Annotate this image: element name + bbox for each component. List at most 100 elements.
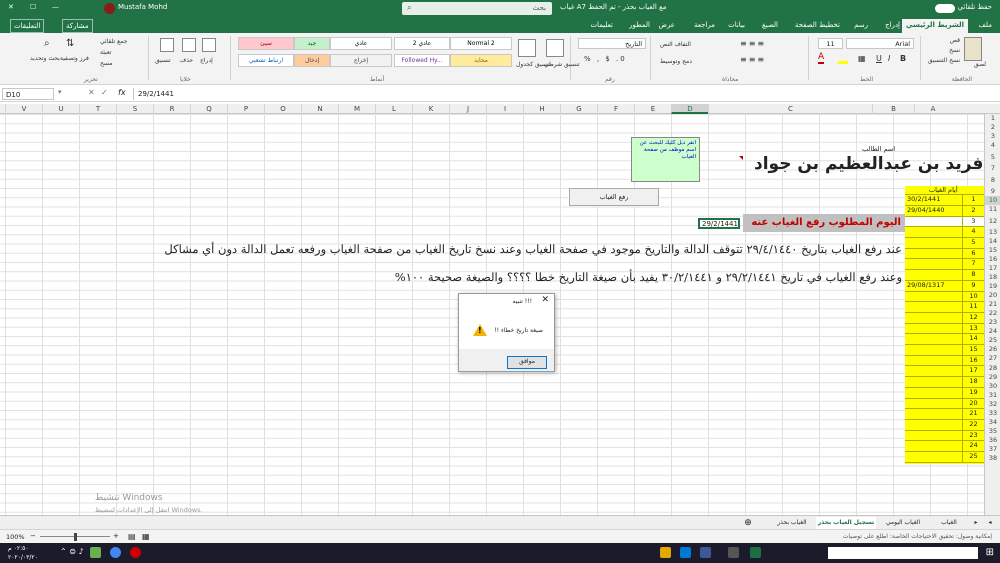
insert-function-icon[interactable]: fx (118, 88, 126, 97)
absence-entry-row[interactable]: 18 (905, 377, 984, 388)
align-top-icons[interactable]: ≡≡≡ (740, 39, 766, 48)
minimize-window-icon[interactable]: — (52, 3, 59, 11)
normal-view-icon[interactable]: ▦ (142, 532, 150, 541)
cell-style-4[interactable]: سيئ (238, 37, 294, 50)
name-box[interactable]: D10 (2, 88, 54, 100)
absence-entry-row[interactable]: 29/08/1317 9 (905, 280, 984, 292)
column-header-m[interactable]: M (338, 104, 375, 114)
column-header-i[interactable]: I (486, 104, 523, 114)
column-header-t[interactable]: T (79, 104, 116, 114)
system-tray-icons[interactable]: ⌃ ⊜ ♪ (60, 547, 84, 556)
absence-entry-row[interactable]: 7 (905, 259, 984, 271)
absence-entry-row[interactable]: 6 (905, 248, 984, 260)
fill-color-icon[interactable] (838, 55, 848, 64)
absence-entry-row[interactable]: 14 (905, 334, 984, 346)
column-header-k[interactable]: K (412, 104, 449, 114)
format-icon[interactable] (160, 38, 174, 52)
page-layout-view-icon[interactable]: ▤ (128, 532, 136, 541)
zoom-in-icon[interactable]: + (113, 532, 119, 540)
font-size-select[interactable]: 11 (818, 38, 843, 49)
zoom-slider-thumb[interactable] (74, 533, 77, 541)
comments-button[interactable]: التعليقات (10, 19, 45, 33)
row-header-34[interactable]: 34 (985, 418, 1000, 427)
absence-entry-row[interactable]: 23 (905, 430, 984, 442)
column-header-e[interactable]: E (634, 104, 671, 114)
absence-entry-row[interactable]: 4 (905, 227, 984, 239)
row-header-33[interactable]: 33 (985, 409, 1000, 418)
row-header-2[interactable]: 2 (985, 123, 1000, 132)
sheet-tab-daily-absence[interactable]: الغياب اليومي (878, 517, 928, 529)
cell-style-6[interactable]: Followed Hy... (394, 54, 450, 67)
format-as-table-button[interactable]: تنسيق كجدول (516, 61, 551, 68)
absence-entry-row[interactable]: 30/2/1441 1 (905, 195, 984, 206)
ok-button[interactable]: موافق (507, 356, 547, 369)
row-header-28[interactable]: 28 (985, 364, 1000, 373)
cell-style-1[interactable]: عادي 2 (394, 37, 450, 50)
format-button[interactable]: تنسيق (155, 57, 171, 64)
column-header-b[interactable]: B (872, 104, 914, 114)
fill-button[interactable]: تعبئة (100, 49, 111, 56)
sheet-scroll-right-icon[interactable]: ▸ (970, 517, 982, 529)
bold-icon[interactable]: B (900, 54, 906, 63)
cell-style-5[interactable]: محايد (450, 54, 512, 67)
row-header-29[interactable]: 29 (985, 373, 1000, 382)
row-header-27[interactable]: 27 (985, 354, 1000, 363)
task-view-icon[interactable] (728, 547, 739, 558)
absence-entry-row[interactable]: 25 (905, 452, 984, 463)
row-header-12[interactable]: 12 (985, 214, 1000, 228)
align-horizontal-icons[interactable]: ≡≡≡ (740, 55, 766, 64)
delete-button[interactable]: حذف (180, 57, 193, 64)
absence-entry-row[interactable]: 15 (905, 345, 984, 356)
column-header-q[interactable]: Q (190, 104, 227, 114)
conditional-formatting-icon[interactable] (546, 39, 564, 57)
column-header-r[interactable]: R (153, 104, 190, 114)
name-box-dropdown-icon[interactable]: ▾ (58, 88, 62, 96)
row-header-23[interactable]: 23 (985, 318, 1000, 327)
row-header-30[interactable]: 30 (985, 382, 1000, 391)
zoom-level[interactable]: 100% (6, 533, 25, 541)
row-header-35[interactable]: 35 (985, 427, 1000, 436)
row-header-24[interactable]: 24 (985, 327, 1000, 336)
autosave-toggle[interactable] (935, 4, 955, 13)
column-header-a[interactable]: A (914, 104, 951, 114)
absence-entry-row[interactable]: 22 (905, 419, 984, 431)
column-header-v[interactable]: V (5, 104, 42, 114)
tab-data[interactable]: بيانات (728, 21, 745, 29)
cell-style-0[interactable]: Normal 2 (450, 37, 512, 50)
remove-absence-button[interactable]: رفع الغياب (569, 188, 659, 206)
excel-taskbar-icon[interactable] (750, 547, 761, 558)
sheet-tab-absence-cautious[interactable]: الغياب بحذر (770, 517, 814, 529)
tab-page-layout[interactable]: تخطيط الصفحة (795, 21, 840, 29)
row-header-4[interactable]: 4 (985, 141, 1000, 150)
absence-entry-row[interactable]: 12 (905, 312, 984, 324)
edge-taskbar-icon[interactable] (680, 547, 691, 558)
row-header-14[interactable]: 14 (985, 237, 1000, 246)
row-header-32[interactable]: 32 (985, 400, 1000, 409)
row-header-15[interactable]: 15 (985, 246, 1000, 255)
find-select-button[interactable]: بحث وتحديد (30, 55, 60, 62)
instruction-shape[interactable]: انقر دبل كليك للبحث عن اسم موظف من صفحة … (631, 137, 700, 182)
opera-taskbar-icon[interactable] (130, 547, 141, 558)
tab-help[interactable]: تعليمات (590, 21, 613, 29)
row-header-36[interactable]: 36 (985, 436, 1000, 445)
insert-icon[interactable] (202, 38, 216, 52)
zoom-out-icon[interactable]: − (30, 532, 36, 540)
file-explorer-icon[interactable] (660, 547, 671, 558)
row-header-26[interactable]: 26 (985, 345, 1000, 354)
row-header-22[interactable]: 22 (985, 309, 1000, 318)
clear-button[interactable]: مسح (100, 60, 112, 67)
tab-insert[interactable]: إدراج (885, 21, 900, 29)
column-header-d[interactable]: D (671, 104, 708, 114)
cell-style-2[interactable]: عادي (330, 37, 392, 50)
paste-icon[interactable] (964, 37, 982, 61)
delete-icon[interactable] (182, 38, 196, 52)
accessibility-status[interactable]: إمكانية وصول: تحقيق الاحتياجات الخاصة: ا… (843, 533, 992, 540)
maximize-window-icon[interactable]: ☐ (30, 3, 36, 11)
tab-view[interactable]: عرض (658, 21, 675, 29)
column-header-f[interactable]: F (597, 104, 634, 114)
absence-entry-row[interactable]: 29/04/1440 2 (905, 205, 984, 217)
insert-button[interactable]: إدراج (200, 57, 213, 64)
chrome-taskbar-icon[interactable] (110, 547, 121, 558)
wrap-text-button[interactable]: التفاف النص (660, 41, 691, 48)
column-header-j[interactable]: J (449, 104, 486, 114)
